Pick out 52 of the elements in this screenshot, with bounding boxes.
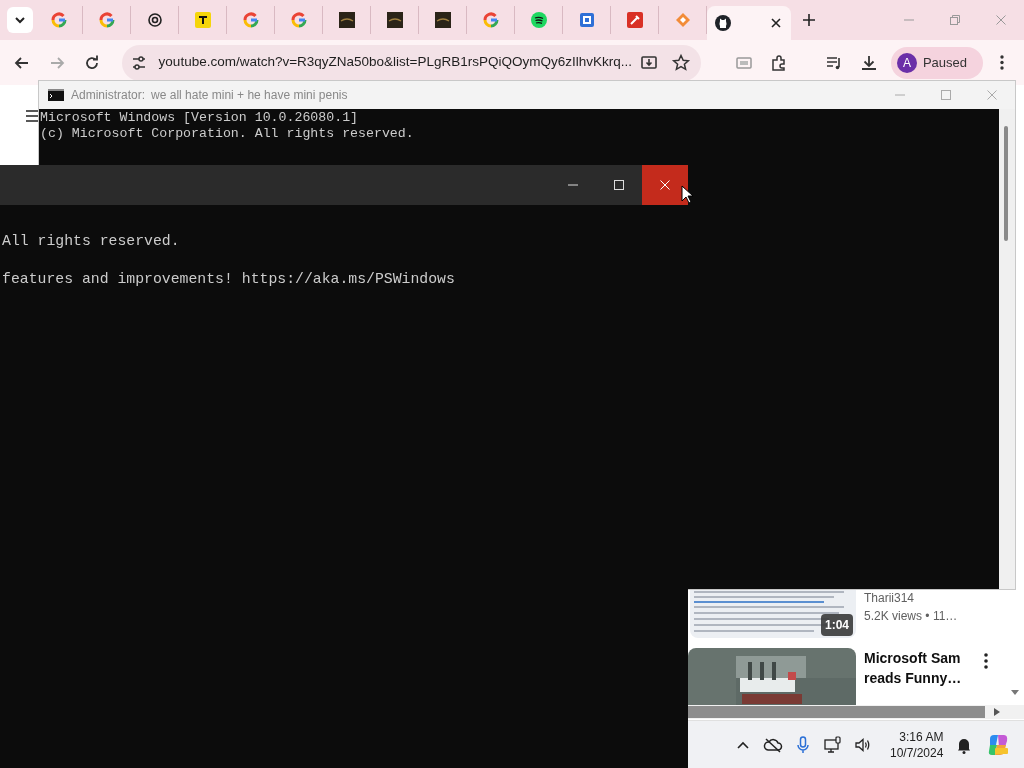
ring-icon	[50, 12, 67, 28]
clock[interactable]: 3:16 AM 10/7/2024	[884, 728, 950, 761]
video-meta: 5.2K views • 11…	[864, 608, 958, 625]
more-icon	[983, 652, 989, 670]
channel-name[interactable]: Tharii314	[864, 589, 958, 607]
close-icon	[769, 16, 783, 30]
wrench-icon	[626, 12, 643, 28]
square-icon	[194, 12, 211, 28]
avatar: A	[896, 52, 917, 73]
terminal-line: All rights reserved.	[2, 232, 180, 251]
video-title[interactable]: Microsoft Sam reads Funny…	[864, 648, 964, 688]
url-text: youtube.com/watch?v=R3qyZNa50bo&list=PLgRB1rsPQiQOymQy6zIlhvKkrq...	[158, 53, 633, 72]
star-icon	[671, 52, 691, 73]
maximize-icon	[611, 177, 627, 193]
monitor-icon	[823, 734, 843, 755]
profile-status: Paused	[922, 53, 967, 72]
window-title: we all hate mini + he have mini penis	[151, 87, 348, 104]
ring-icon	[290, 12, 307, 28]
thumbnail-icon	[434, 12, 451, 28]
plus-icon	[802, 13, 816, 27]
ring-icon	[242, 12, 259, 28]
scroll-right-icon	[994, 708, 1000, 716]
scrollbar-thumb[interactable]	[688, 706, 985, 718]
console-icon	[48, 89, 64, 101]
console-line: (c) Microsoft Corporation. All rights reserved.	[40, 126, 414, 142]
terminal-line: features and improvements! https://aka.ms/PSWindows	[2, 270, 455, 289]
maximize-icon	[938, 87, 954, 103]
minimize-icon	[568, 184, 578, 186]
address-bar[interactable]: youtube.com/watch?v=R3qyZNa50bo&list=PLgRB1rsPQiQOymQy6zIlhvKkrq...	[121, 44, 701, 81]
close-button[interactable]	[642, 165, 688, 205]
console-line: Microsoft Windows [Version 10.0.26080.1]	[40, 110, 359, 126]
swirl-icon	[986, 732, 1011, 757]
sound-waves-icon	[530, 12, 547, 28]
more-icon	[1000, 55, 1005, 70]
minimize-icon	[904, 19, 914, 21]
minimize-icon	[895, 94, 905, 96]
scrollbar-thumb[interactable]	[1004, 126, 1008, 241]
scroll-down-icon	[1011, 690, 1019, 696]
cursor-icon	[681, 185, 693, 204]
duration-badge: 1:04	[820, 614, 853, 636]
thumbnail-icon	[338, 12, 355, 28]
browser-tab[interactable]	[707, 6, 791, 40]
tab-search-button[interactable]	[7, 7, 33, 33]
frame-icon	[578, 12, 595, 28]
profile-button[interactable]: A Paused	[890, 46, 983, 79]
restore-icon	[947, 12, 963, 28]
ring-icon	[98, 12, 115, 28]
ring-icon	[482, 12, 499, 28]
diamond-icon	[674, 12, 691, 28]
window-title: Administrator:	[71, 87, 146, 104]
hamburger-icon	[26, 109, 38, 123]
thumbnail-icon	[386, 12, 403, 28]
